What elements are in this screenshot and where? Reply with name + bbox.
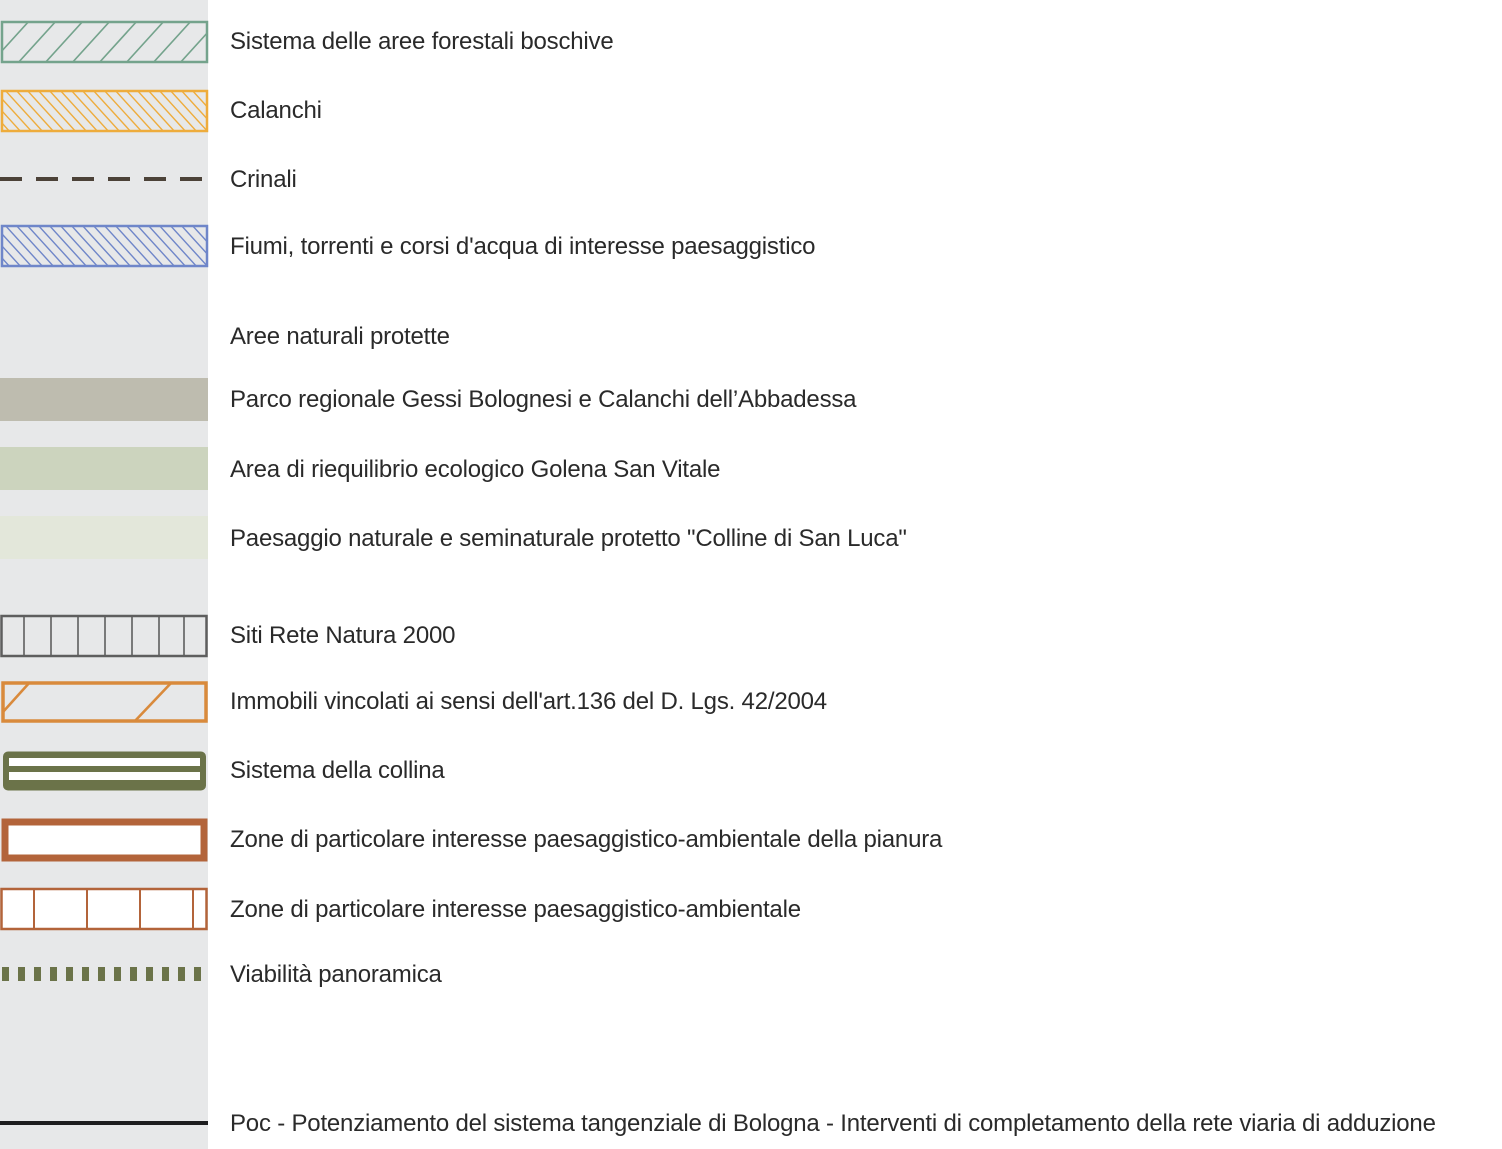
calanchi-hatch-swatch xyxy=(0,89,209,133)
legend-label: Sistema delle aree forestali boschive xyxy=(230,28,614,55)
legend-item-parco: Parco regionale Gessi Bolognesi e Calanc… xyxy=(0,378,1502,422)
poc-solid-line xyxy=(0,1121,208,1125)
legend-label: Poc - Potenziamento del sistema tangenzi… xyxy=(230,1110,1436,1137)
forest-hatch-swatch xyxy=(0,20,209,64)
legend-label: Calanchi xyxy=(230,97,322,124)
legend-item-crinali: Crinali xyxy=(0,158,1502,202)
legend-item-pianura: Zone di particolare interesse paesaggist… xyxy=(0,818,1502,862)
legend-item-calanchi: Calanchi xyxy=(0,89,1502,133)
legend-label: Fiumi, torrenti e corsi d'acqua di inter… xyxy=(230,233,816,260)
legend-item-natura2000: Siti Rete Natura 2000 xyxy=(0,614,1502,658)
legend-label: Paesaggio naturale e seminaturale protet… xyxy=(230,525,907,552)
crinali-dashed-line xyxy=(0,177,208,181)
legend-item-san-luca: Paesaggio naturale e seminaturale protet… xyxy=(0,516,1502,560)
legend-label: Immobili vincolati ai sensi dell'art.136… xyxy=(230,688,827,715)
legend-label: Siti Rete Natura 2000 xyxy=(230,622,456,649)
golena-fill-swatch xyxy=(0,447,208,490)
legend-group-heading: Aree naturali protette xyxy=(0,315,1502,359)
legend-label: Sistema della collina xyxy=(230,757,445,784)
legend-item-collina: Sistema della collina xyxy=(0,749,1502,793)
natura2000-grid-swatch xyxy=(0,614,208,658)
legend-item-art136: Immobili vincolati ai sensi dell'art.136… xyxy=(0,680,1502,724)
legend-label: Zone di particolare interesse paesaggist… xyxy=(230,826,943,853)
parco-fill-swatch xyxy=(0,378,208,421)
legend-item-poc: Poc - Potenziamento del sistema tangenzi… xyxy=(0,1102,1502,1146)
viabilita-dotted-line xyxy=(2,967,208,981)
legend-item-forest: Sistema delle aree forestali boschive xyxy=(0,20,1502,64)
rivers-hatch-swatch xyxy=(0,224,209,268)
legend-label: Area di riequilibrio ecologico Golena Sa… xyxy=(230,456,721,483)
legend-item-zone-ambientale: Zone di particolare interesse paesaggist… xyxy=(0,887,1502,931)
legend-heading-label: Aree naturali protette xyxy=(230,323,450,350)
legend-item-rivers: Fiumi, torrenti e corsi d'acqua di inter… xyxy=(0,224,1502,268)
art136-hatch-swatch xyxy=(1,681,208,723)
legend-label: Parco regionale Gessi Bolognesi e Calanc… xyxy=(230,386,857,413)
legend-label: Viabilità panoramica xyxy=(230,961,442,988)
legend-label: Zone di particolare interesse paesaggist… xyxy=(230,896,801,923)
collina-double-line-swatch xyxy=(3,751,206,791)
san-luca-fill-swatch xyxy=(0,516,208,559)
pianura-outline-swatch xyxy=(1,818,208,862)
legend-label: Crinali xyxy=(230,166,297,193)
zone-ambientale-grid-swatch xyxy=(0,887,208,931)
legend-item-golena: Area di riequilibrio ecologico Golena Sa… xyxy=(0,447,1502,491)
legend-item-viabilita: Viabilità panoramica xyxy=(0,953,1502,997)
